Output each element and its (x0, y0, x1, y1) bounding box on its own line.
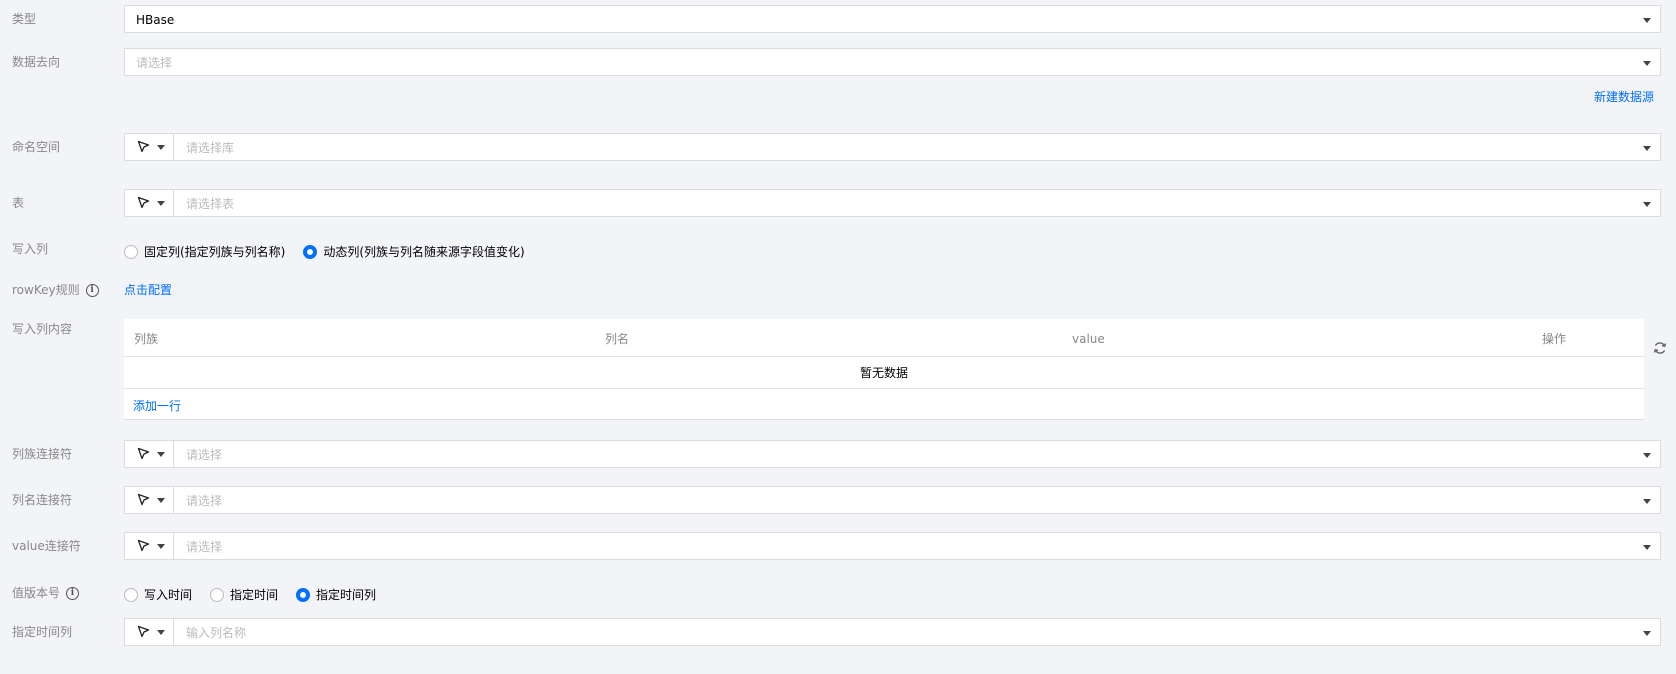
table-divider (124, 419, 1644, 420)
column-header-family: 列族 (134, 332, 159, 346)
caret-down-icon (157, 452, 165, 457)
caret-down-icon (1643, 61, 1651, 66)
radio-circle (124, 587, 138, 602)
refresh-icon[interactable] (1653, 341, 1667, 355)
caret-down-icon (1643, 146, 1651, 151)
write-columns-radio-group: 固定列(指定列族与列名称) 动态列(列族与列名随来源字段值变化) (124, 243, 543, 260)
version-label: 值版本号 i (12, 585, 80, 601)
radio-dynamic-columns[interactable]: 动态列(列族与列名随来源字段值变化) (303, 243, 525, 260)
time-column-label: 指定时间列 (12, 625, 73, 639)
caret-down-icon (1643, 18, 1651, 23)
cursor-arrow-icon (137, 196, 150, 209)
caret-down-icon (1643, 499, 1651, 504)
table-placeholder: 请选择表 (186, 197, 235, 211)
caret-down-icon (157, 145, 165, 150)
radio-circle-checked (296, 587, 311, 602)
write-content-table: 列族 列名 value 操作 暂无数据 添加一行 (124, 319, 1644, 420)
radio-write-time[interactable]: 写入时间 (124, 586, 192, 603)
cursor-arrow-icon (137, 447, 150, 460)
caret-down-icon (1643, 545, 1651, 550)
namespace-mode-dropdown[interactable] (125, 134, 174, 160)
column-header-actions: 操作 (1542, 332, 1567, 346)
family-connector-select[interactable]: 请选择 (124, 440, 1661, 468)
radio-circle-checked (303, 244, 318, 259)
family-connector-placeholder: 请选择 (186, 448, 223, 462)
name-connector-mode-dropdown[interactable] (125, 487, 174, 513)
table-mode-dropdown[interactable] (125, 190, 174, 216)
caret-down-icon (157, 498, 165, 503)
namespace-placeholder: 请选择库 (186, 141, 235, 155)
namespace-select[interactable]: 请选择库 (124, 133, 1661, 161)
cursor-arrow-icon (137, 539, 150, 552)
add-row-link[interactable]: 添加一行 (133, 398, 181, 414)
write-columns-label: 写入列 (12, 242, 49, 256)
value-connector-label: value连接符 (12, 539, 81, 553)
info-icon[interactable]: i (85, 283, 99, 297)
radio-specified-time-column[interactable]: 指定时间列 (296, 586, 376, 603)
column-header-name: 列名 (605, 332, 630, 346)
type-value: HBase (136, 13, 175, 27)
column-header-value: value (1072, 332, 1105, 346)
radio-circle (210, 587, 225, 602)
radio-dynamic-columns-label: 动态列(列族与列名随来源字段值变化) (323, 245, 525, 259)
caret-down-icon (157, 544, 165, 549)
cursor-arrow-icon (137, 493, 150, 506)
table-header: 列族 列名 value 操作 (124, 319, 1644, 357)
cursor-arrow-icon (137, 625, 150, 638)
type-select[interactable]: HBase (124, 5, 1661, 33)
value-connector-select[interactable]: 请选择 (124, 532, 1661, 560)
name-connector-label: 列名连接符 (12, 493, 73, 507)
name-connector-select[interactable]: 请选择 (124, 486, 1661, 514)
time-column-placeholder: 输入列名称 (186, 626, 247, 640)
value-connector-mode-dropdown[interactable] (125, 533, 174, 559)
rowkey-label: rowKey规则 i (12, 282, 99, 298)
radio-fixed-columns[interactable]: 固定列(指定列族与列名称) (124, 243, 285, 260)
rowkey-config-link[interactable]: 点击配置 (124, 282, 172, 298)
radio-specified-time-label: 指定时间 (230, 588, 279, 602)
destination-label: 数据去向 (12, 55, 61, 69)
caret-down-icon (1643, 631, 1651, 636)
radio-specified-time[interactable]: 指定时间 (210, 586, 278, 603)
write-content-label: 写入列内容 (12, 322, 73, 336)
caret-down-icon (157, 201, 165, 206)
name-connector-placeholder: 请选择 (186, 494, 223, 508)
radio-circle (124, 244, 138, 259)
caret-down-icon (157, 630, 165, 635)
type-label: 类型 (12, 12, 37, 26)
version-radio-group: 写入时间 指定时间 指定时间列 (124, 586, 394, 603)
caret-down-icon (1643, 202, 1651, 207)
radio-specified-time-column-label: 指定时间列 (316, 588, 377, 602)
value-connector-placeholder: 请选择 (186, 540, 223, 554)
destination-placeholder: 请选择 (136, 56, 173, 70)
time-column-select[interactable]: 输入列名称 (124, 618, 1661, 646)
time-column-mode-dropdown[interactable] (125, 619, 174, 645)
namespace-label: 命名空间 (12, 140, 61, 154)
table-select[interactable]: 请选择表 (124, 189, 1661, 217)
cursor-arrow-icon (137, 140, 150, 153)
table-empty-state: 暂无数据 (124, 357, 1644, 389)
radio-write-time-label: 写入时间 (144, 588, 193, 602)
destination-select[interactable]: 请选择 (124, 48, 1661, 76)
caret-down-icon (1643, 453, 1651, 458)
family-connector-label: 列族连接符 (12, 447, 73, 461)
family-connector-mode-dropdown[interactable] (125, 441, 174, 467)
new-datasource-link[interactable]: 新建数据源 (1594, 89, 1654, 105)
radio-fixed-columns-label: 固定列(指定列族与列名称) (144, 245, 286, 259)
info-icon[interactable]: i (66, 586, 80, 600)
table-label: 表 (12, 196, 25, 210)
